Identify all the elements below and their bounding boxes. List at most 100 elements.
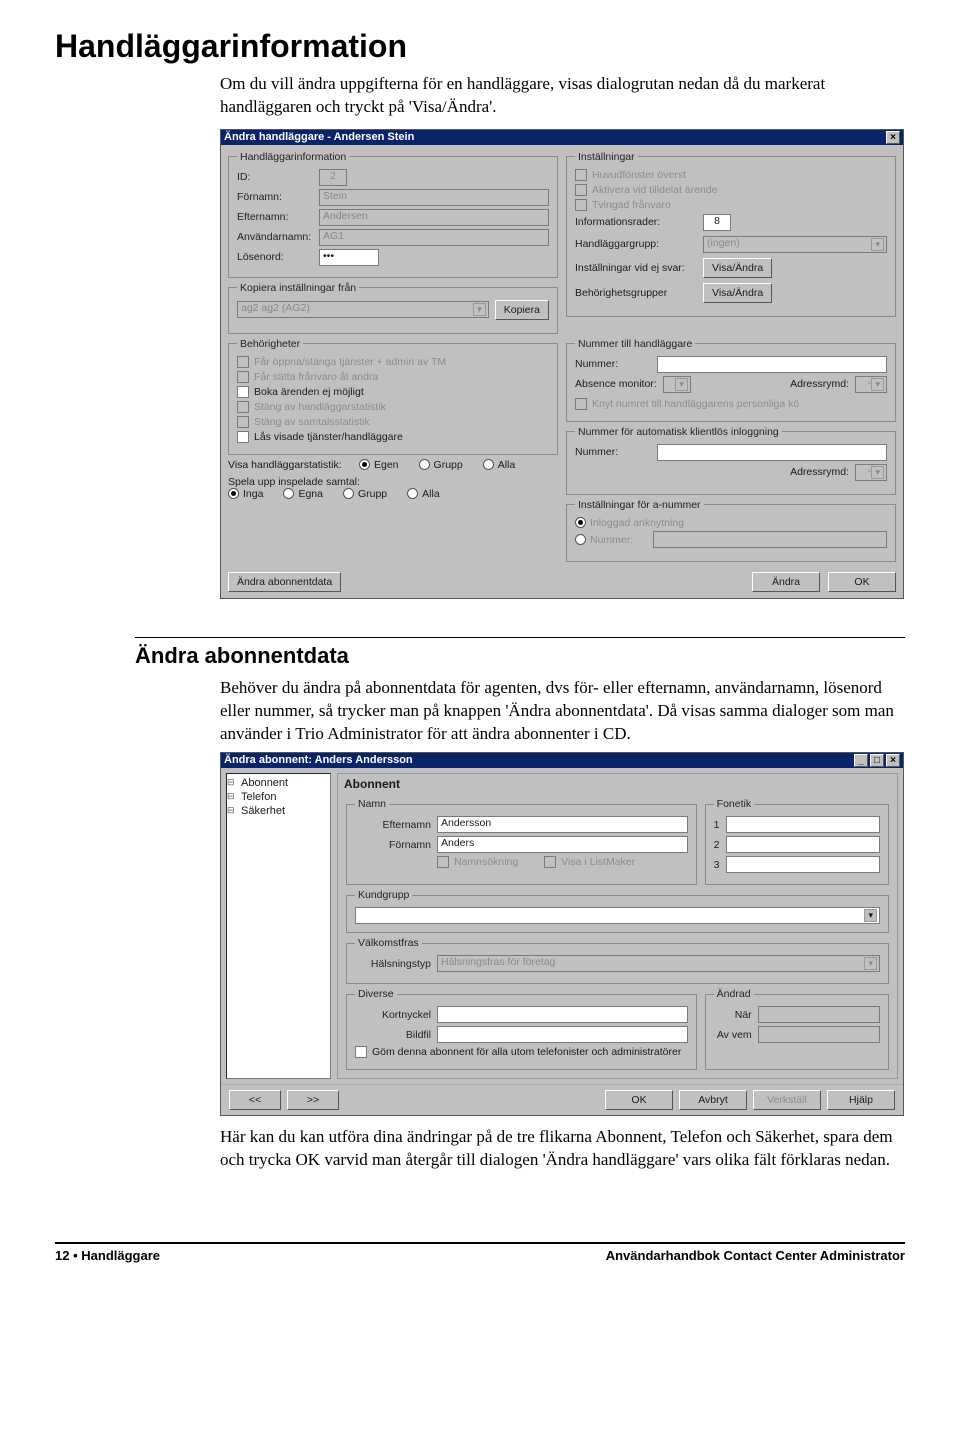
edit-subscriber-dialog: Ändra abonnent: Anders Andersson _ □ × A… (220, 752, 904, 1116)
ok-button[interactable]: OK (828, 572, 896, 592)
imagefile-field[interactable] (437, 1026, 688, 1043)
maximize-icon[interactable]: □ (870, 754, 884, 767)
id-label: ID: (237, 171, 319, 183)
perm-handler-stats-checkbox[interactable]: Stäng av handläggarstatistik (237, 401, 549, 413)
customer-group: Kundgrupp (346, 889, 889, 933)
tree-phone[interactable]: Telefon (229, 791, 328, 803)
dialog-titlebar: Ändra handläggare - Andersen Stein × (221, 130, 903, 145)
forced-absence-checkbox[interactable]: Tvingad frånvaro (575, 199, 887, 211)
sub-firstname-field[interactable]: Anders (437, 836, 688, 853)
name-search-checkbox[interactable]: Namnsökning (437, 856, 518, 868)
perm-lock-services-checkbox[interactable]: Lås visade tjänster/handläggare (237, 431, 549, 443)
ph2-field[interactable] (726, 836, 880, 853)
page-heading: Handläggarinformation (55, 28, 905, 65)
button-bar: << >> OK Avbryt Verkställ Hjälp (221, 1084, 903, 1115)
authgroups-button[interactable]: Visa/Ändra (703, 283, 772, 303)
play-all-radio[interactable]: Alla (407, 488, 440, 500)
noanswer-label: Inställningar vid ej svar: (575, 262, 697, 274)
anum-extension-radio[interactable]: Inloggad anknytning (575, 517, 684, 529)
main-top-checkbox[interactable]: Huvudfönster överst (575, 169, 887, 181)
number2-field[interactable] (657, 444, 887, 461)
play-recordings-label: Spela upp inspelade samtal: (228, 476, 558, 488)
by-field (758, 1026, 880, 1043)
anumber-settings-group: Inställningar för a-nummer Inloggad ankn… (566, 499, 896, 563)
lastname-field: Andersen (319, 209, 549, 226)
activate-assigned-checkbox[interactable]: Aktivera vid tilldelat ärende (575, 184, 887, 196)
anum-number-field[interactable] (653, 531, 887, 548)
anumber-settings-legend: Inställningar för a-nummer (575, 499, 704, 511)
prev-button[interactable]: << (229, 1090, 281, 1110)
handler-number-group: Nummer till handläggare Nummer: Absence … (566, 338, 896, 422)
section-text-2: Här kan du kan utföra dina ändringar på … (220, 1126, 905, 1172)
tie-number-checkbox[interactable]: Knyt numret till handläggarens personlig… (575, 398, 887, 410)
customer-legend: Kundgrupp (355, 889, 412, 901)
phonetics-legend: Fonetik (714, 798, 754, 810)
anum-number-radio[interactable]: Nummer: (575, 534, 633, 546)
copy-button[interactable]: Kopiera (495, 300, 549, 320)
handler-info-group: Handläggarinformation ID:2 Förnamn:Stein… (228, 151, 558, 278)
dialog-title: Ändra handläggare - Andersen Stein (224, 131, 414, 144)
diverse-group: Diverse Kortnyckel Bildfil Göm denna abo… (346, 988, 697, 1070)
dialog2-title: Ändra abonnent: Anders Andersson (224, 754, 413, 767)
perm-open-services-checkbox[interactable]: Får öppna/stänga tjänster + admin av TM (237, 356, 549, 368)
perm-book-checkbox[interactable]: Boka ärenden ej möjligt (237, 386, 549, 398)
address-space2-label: Adressrymd: (790, 466, 849, 478)
password-label: Lösenord: (237, 251, 319, 263)
stats-own-radio[interactable]: Egen (359, 459, 399, 471)
greeting-label: Hälsningstyp (355, 958, 437, 970)
modify-button[interactable]: Ändra (752, 572, 820, 592)
customer-group-select[interactable] (355, 907, 880, 924)
auto-login-number-legend: Nummer för automatisk klientlös inloggni… (575, 426, 782, 438)
stats-all-radio[interactable]: Alla (483, 459, 516, 471)
address-space-select[interactable]: -- (855, 376, 887, 393)
close-icon[interactable]: × (886, 754, 900, 767)
edit-handler-dialog: Ändra handläggare - Andersen Stein × Han… (220, 129, 904, 600)
sub-lastname-field[interactable]: Andersson (437, 816, 688, 833)
perm-call-stats-checkbox[interactable]: Stäng av samtalsstatistik (237, 416, 549, 428)
when-label: När (714, 1009, 758, 1021)
ph1-label: 1 (714, 819, 726, 831)
greeting-select[interactable]: Hälsningsfras för företag (437, 955, 880, 972)
play-own-radio[interactable]: Egna (283, 488, 323, 500)
stats-group-radio[interactable]: Grupp (419, 459, 463, 471)
settings-legend: Inställningar (575, 151, 638, 163)
play-group-radio[interactable]: Grupp (343, 488, 387, 500)
by-label: Av vem (714, 1029, 758, 1041)
hide-subscriber-checkbox[interactable]: Göm denna abonnent för alla utom telefon… (355, 1046, 688, 1058)
password-field[interactable]: ••• (319, 249, 379, 266)
tree-security[interactable]: Säkerhet (229, 805, 328, 817)
next-button[interactable]: >> (287, 1090, 339, 1110)
copy-from-select[interactable]: ag2 ag2 (AG2) (237, 301, 489, 318)
ph2-label: 2 (714, 839, 726, 851)
handlergroup-select[interactable]: (ingen) (703, 236, 887, 253)
play-none-radio[interactable]: Inga (228, 488, 263, 500)
close-icon[interactable]: × (886, 131, 900, 144)
help-button[interactable]: Hjälp (827, 1090, 895, 1110)
minimize-icon[interactable]: _ (854, 754, 868, 767)
section-text-1: Behöver du ändra på abonnentdata för age… (220, 677, 905, 746)
dialog2-titlebar: Ändra abonnent: Anders Andersson _ □ × (221, 753, 903, 768)
show-listmaker-checkbox[interactable]: Visa i ListMaker (544, 856, 635, 868)
ph3-field[interactable] (726, 856, 880, 873)
address-space-label: Adressrymd: (790, 378, 849, 390)
ph1-field[interactable] (726, 816, 880, 833)
number-field[interactable] (657, 356, 887, 373)
shortkey-field[interactable] (437, 1006, 688, 1023)
subscriber-panel: Abonnent Namn EfternamnAndersson Förnamn… (337, 773, 898, 1079)
firstname-field: Stein (319, 189, 549, 206)
ok2-button[interactable]: OK (605, 1090, 673, 1110)
tree-subscriber[interactable]: Abonnent (229, 777, 328, 789)
firstname-label: Förnamn: (237, 191, 319, 203)
edit-subscriber-button[interactable]: Ändra abonnentdata (228, 572, 341, 592)
address-space2-select[interactable]: -- (855, 464, 887, 481)
welcome-legend: Välkomstfras (355, 937, 422, 949)
apply-button[interactable]: Verkställ (753, 1090, 821, 1110)
cancel-button[interactable]: Avbryt (679, 1090, 747, 1110)
inforows-field[interactable]: 8 (703, 214, 731, 231)
handlergroup-label: Handläggargrupp: (575, 238, 697, 250)
noanswer-button[interactable]: Visa/Ändra (703, 258, 772, 278)
absence-monitor-select[interactable]: 1 (663, 376, 691, 393)
perm-set-absence-checkbox[interactable]: Får sätta frånvaro åt andra (237, 371, 549, 383)
footer-left: 12 • Handläggare (55, 1248, 160, 1263)
number-label: Nummer: (575, 358, 657, 370)
